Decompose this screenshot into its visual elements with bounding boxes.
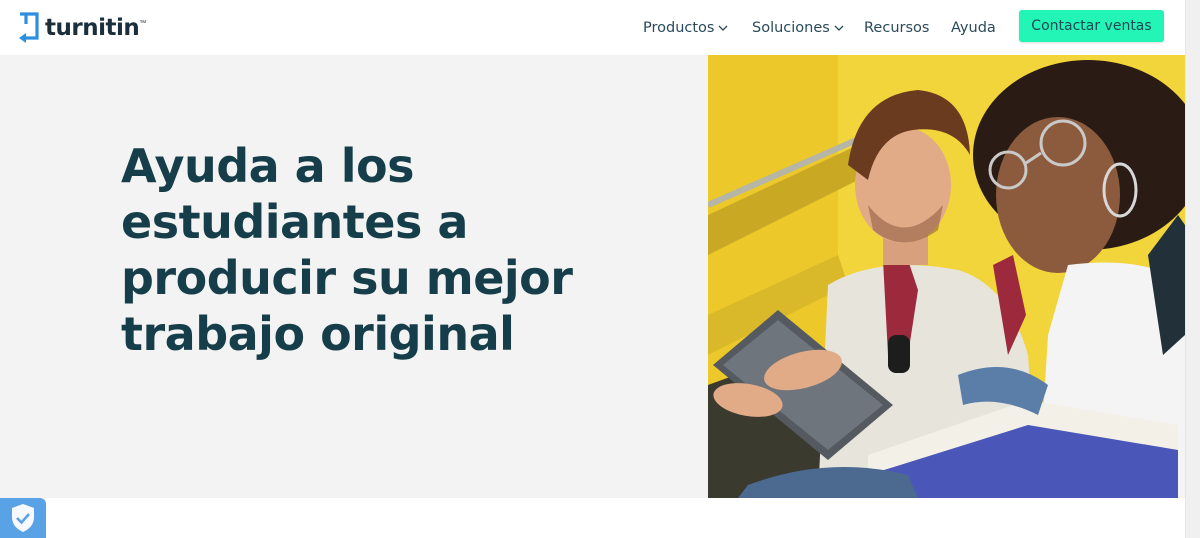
below-hero-area [0, 498, 1185, 538]
brand-name: turnitin [45, 15, 140, 41]
contact-sales-button[interactable]: Contactar ventas [1019, 10, 1164, 42]
brand-trademark: ™ [139, 19, 147, 27]
students-photo-illustration [708, 55, 1185, 498]
turnitin-logo-icon [19, 12, 39, 43]
nav-item-label: Recursos [864, 19, 930, 36]
hero-photo [708, 55, 1185, 498]
hero-section: Ayuda a los estudiantes a producir su me… [0, 55, 1185, 498]
nav-item-label: Soluciones [752, 19, 830, 36]
site-header: turnitin ™ Productos Soluciones Recursos … [0, 0, 1185, 55]
nav-item-soluciones[interactable]: Soluciones [752, 20, 844, 36]
chevron-down-icon [834, 25, 844, 31]
security-badge-button[interactable] [0, 498, 46, 538]
nav-item-label: Ayuda [951, 19, 996, 36]
vertical-scrollbar[interactable] [1185, 0, 1200, 538]
nav-item-ayuda[interactable]: Ayuda [951, 20, 996, 36]
nav-item-recursos[interactable]: Recursos [864, 20, 929, 36]
hero-title: Ayuda a los estudiantes a producir su me… [121, 139, 573, 361]
shield-check-icon [12, 504, 34, 532]
chevron-down-icon [719, 25, 728, 31]
nav-item-label: Productos [643, 19, 715, 36]
turnitin-logo[interactable]: turnitin ™ [17, 10, 146, 44]
nav-item-productos[interactable]: Productos [643, 20, 728, 36]
